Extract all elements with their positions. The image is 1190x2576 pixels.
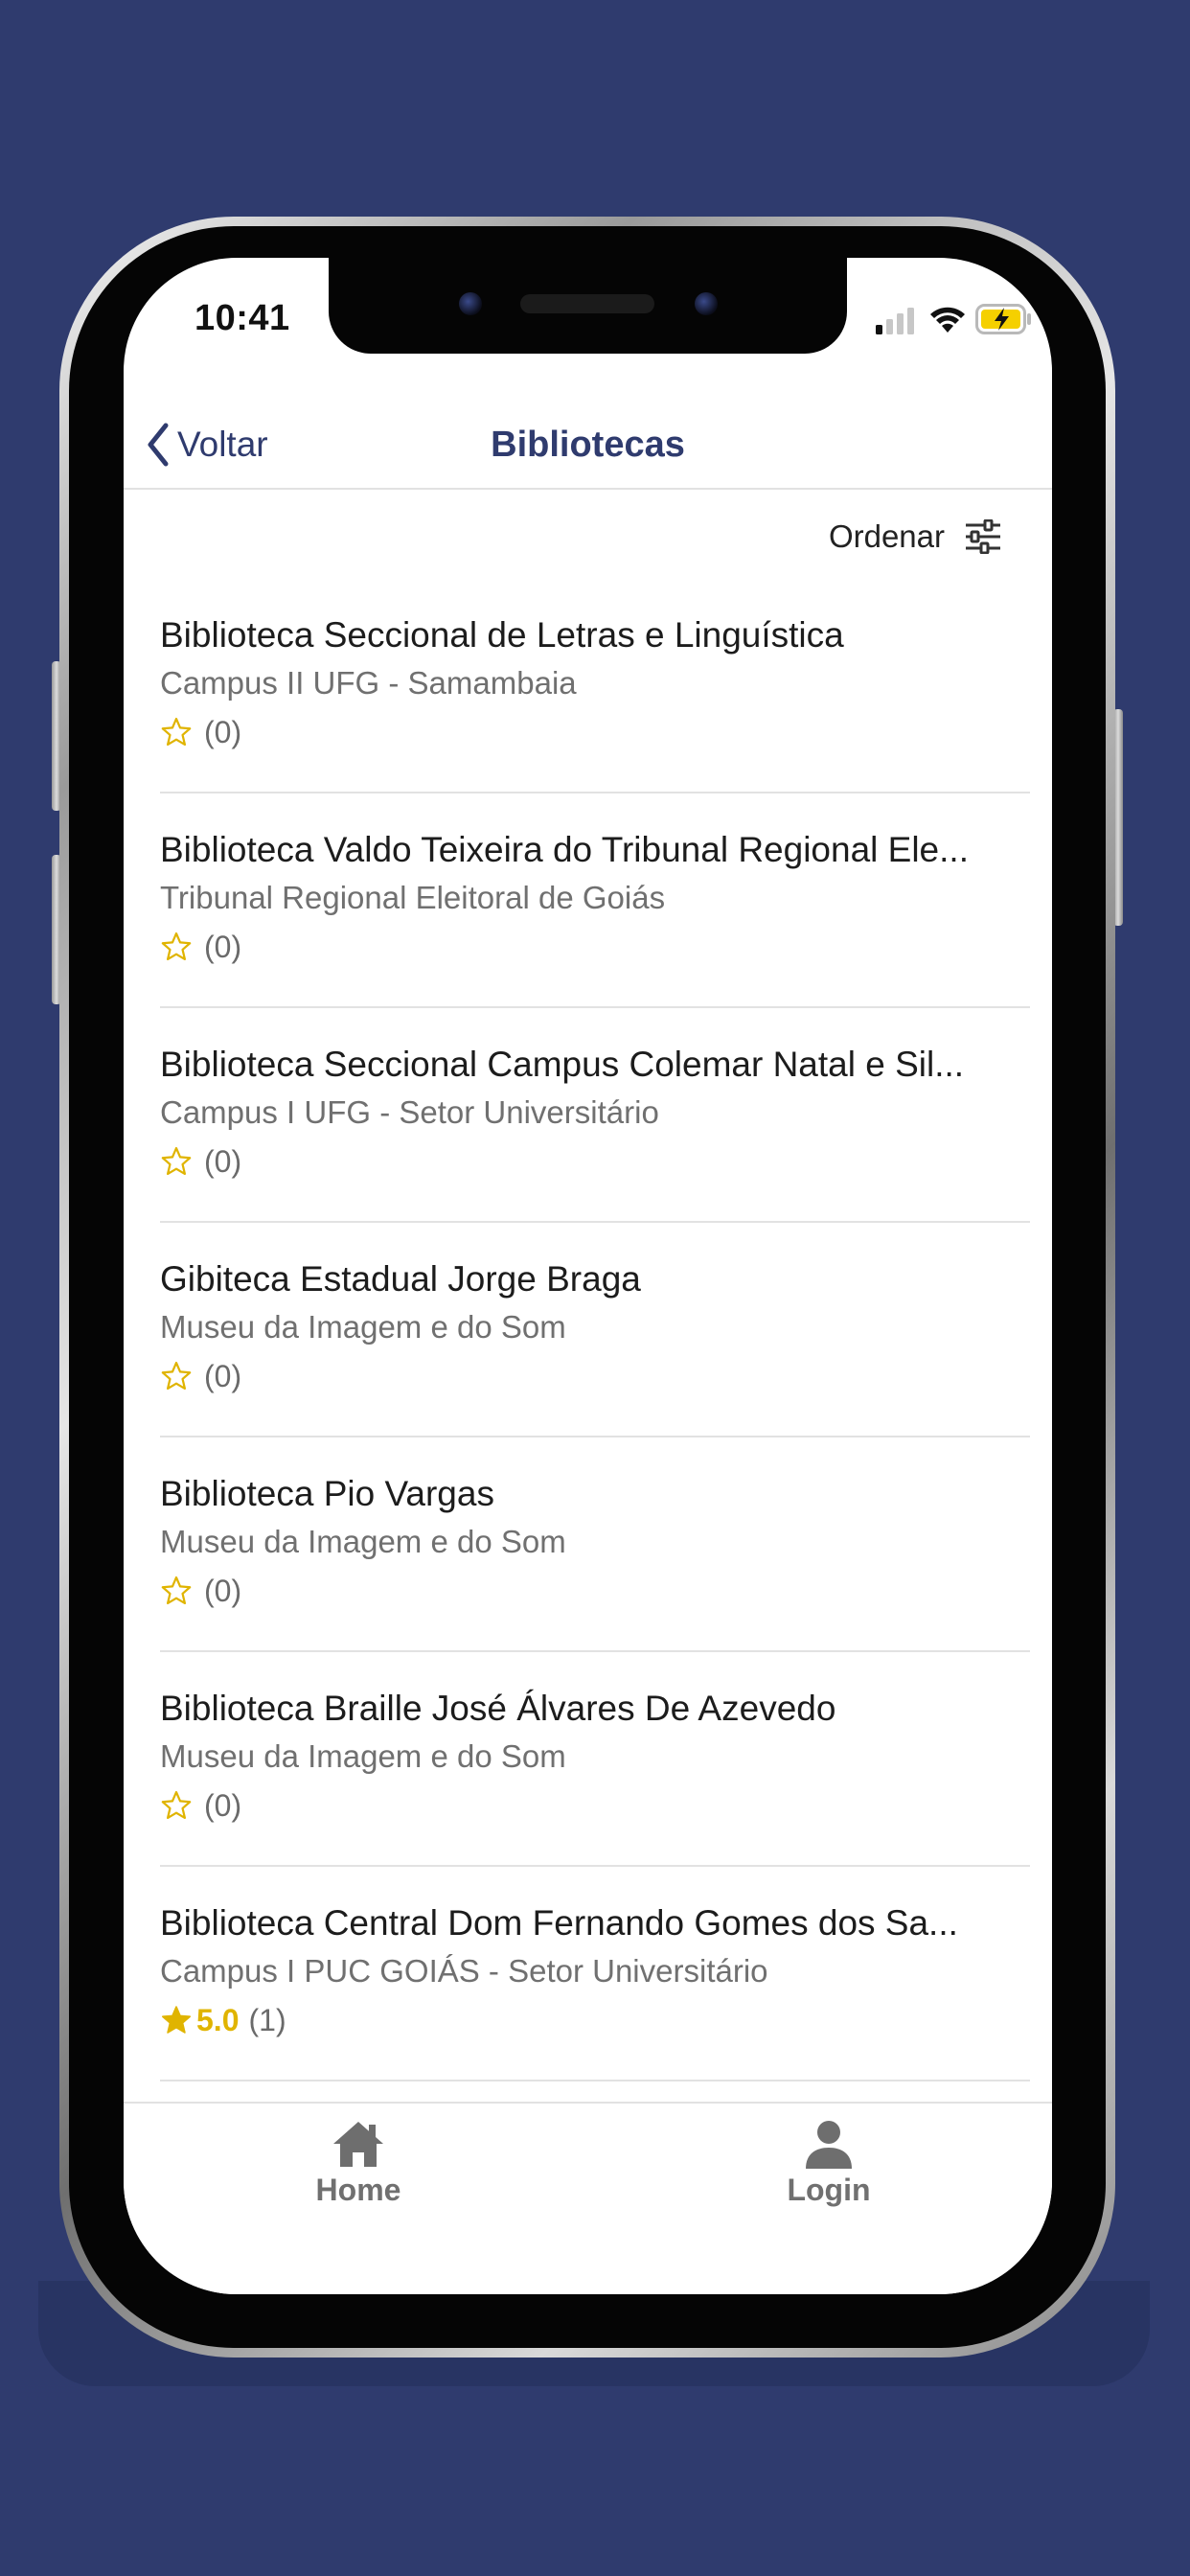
rating-count: (0)	[204, 1358, 242, 1393]
library-name: Biblioteca Valdo Teixeira do Tribunal Re…	[160, 830, 969, 869]
list-item[interactable]: Biblioteca Braille José Álvares De Azeve…	[160, 1652, 1030, 1867]
tab-login-label: Login	[787, 2173, 871, 2207]
rating-count: (1)	[248, 2002, 286, 2037]
rating-count: (0)	[204, 929, 242, 964]
rating-count: (0)	[204, 714, 242, 749]
list-item[interactable]: Biblioteca Seccional Campus Colemar Nata…	[160, 1008, 1030, 1223]
library-location: Campus II UFG - Samambaia	[160, 665, 577, 701]
wifi-icon	[930, 307, 965, 333]
library-rating: (0)	[160, 1786, 241, 1825]
home-icon	[333, 2122, 383, 2167]
library-rating: (0)	[160, 928, 241, 966]
tab-login[interactable]: Login	[733, 2119, 925, 2208]
list-item[interactable]: Biblioteca Central Dom Fernando Gomes do…	[160, 1867, 1030, 2082]
rating-count: (0)	[204, 1143, 242, 1179]
library-location: Campus I PUC GOIÁS - Setor Universitário	[160, 1953, 768, 1989]
library-location: Museu da Imagem e do Som	[160, 1309, 566, 1345]
list-item[interactable]: Gibiteca Estadual Jorge Braga Museu da I…	[160, 1223, 1030, 1438]
library-name: Biblioteca Braille José Álvares De Azeve…	[160, 1689, 836, 1728]
tab-home[interactable]: Home	[263, 2119, 454, 2208]
star-outline-icon	[161, 932, 192, 961]
list-item[interactable]: Biblioteca Valdo Teixeira do Tribunal Re…	[160, 794, 1030, 1008]
list-item[interactable]: Biblioteca Pio Vargas Museu da Imagem e …	[160, 1438, 1030, 1652]
cellular-signal-icon	[876, 308, 914, 334]
sliders-icon	[966, 519, 1000, 554]
navigation-bar: Voltar Bibliotecas	[124, 402, 1052, 490]
library-name: Gibiteca Estadual Jorge Braga	[160, 1259, 641, 1299]
library-rating: 5.0 (1)	[160, 2001, 286, 2039]
rating-count: (0)	[204, 1573, 242, 1608]
library-list: Biblioteca Seccional de Letras e Linguís…	[160, 579, 1030, 2082]
library-rating: (0)	[160, 713, 241, 751]
library-location: Tribunal Regional Eleitoral de Goiás	[160, 880, 666, 915]
star-filled-icon	[161, 2006, 192, 2034]
status-time: 10:41	[195, 298, 290, 338]
battery-charging-icon	[975, 304, 1031, 334]
library-name: Biblioteca Seccional de Letras e Linguís…	[160, 615, 844, 655]
tab-home-label: Home	[315, 2173, 401, 2207]
user-icon	[806, 2121, 852, 2169]
library-rating: (0)	[160, 1142, 241, 1181]
star-outline-icon	[161, 1146, 192, 1176]
star-outline-icon	[161, 1576, 192, 1605]
library-location: Museu da Imagem e do Som	[160, 1738, 566, 1774]
star-outline-icon	[161, 717, 192, 747]
list-item[interactable]: Biblioteca Seccional de Letras e Linguís…	[160, 579, 1030, 794]
rating-count: (0)	[204, 1787, 242, 1823]
star-outline-icon	[161, 1790, 192, 1820]
app-screen: 10:41 Voltar Bibliotecas Ordenar Bibliot…	[124, 258, 1052, 2294]
tab-bar: Home Login	[124, 2102, 1052, 2294]
sort-label: Ordenar	[828, 518, 945, 554]
library-rating: (0)	[160, 1572, 241, 1610]
sort-button[interactable]: Ordenar	[829, 513, 1002, 561]
rating-value: 5.0	[196, 2002, 240, 2037]
status-icons	[876, 302, 1031, 336]
library-name: Biblioteca Seccional Campus Colemar Nata…	[160, 1045, 965, 1084]
front-camera	[459, 292, 482, 315]
library-location: Campus I UFG - Setor Universitário	[160, 1094, 659, 1130]
front-sensor	[695, 292, 718, 315]
star-outline-icon	[161, 1361, 192, 1391]
library-name: Biblioteca Central Dom Fernando Gomes do…	[160, 1903, 958, 1943]
page-title: Bibliotecas	[491, 425, 685, 465]
library-location: Museu da Imagem e do Som	[160, 1524, 566, 1559]
earpiece-speaker	[520, 294, 654, 313]
library-rating: (0)	[160, 1357, 241, 1395]
notch	[329, 258, 847, 354]
library-name: Biblioteca Pio Vargas	[160, 1474, 494, 1513]
